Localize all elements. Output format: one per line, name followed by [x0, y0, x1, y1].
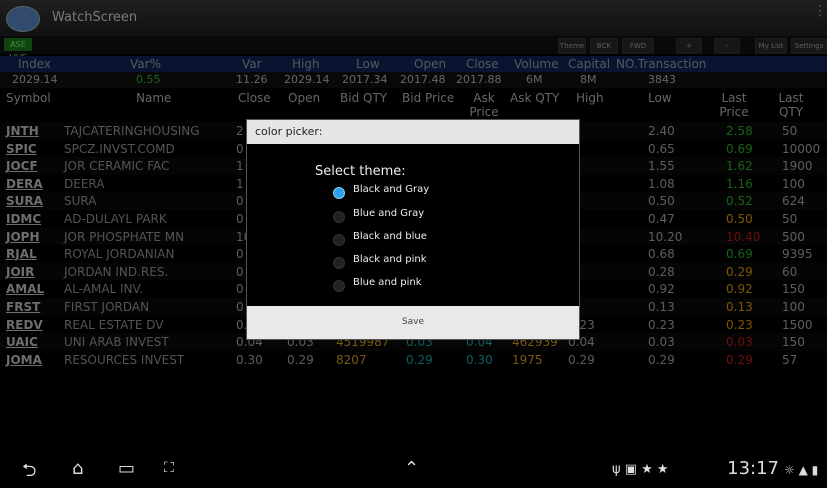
theme-option-blue-pink[interactable]: Blue and pink	[333, 277, 533, 297]
radio-icon[interactable]	[333, 234, 345, 246]
radio-icon[interactable]	[333, 280, 345, 292]
chevron-up-icon[interactable]: ⌃	[404, 458, 419, 479]
radio-icon[interactable]	[333, 257, 345, 269]
theme-option-blue-gray[interactable]: Blue and Gray	[333, 208, 533, 228]
theme-option-black-gray[interactable]: Black and Gray	[333, 184, 533, 204]
color-picker-dialog: color picker: Select theme: Black and Gr…	[246, 119, 580, 340]
theme-option-label: Blue and pink	[353, 277, 422, 288]
dialog-title: color picker:	[247, 120, 579, 144]
signal-battery-icon: ☼ ▲ ▮	[784, 463, 819, 477]
system-nav-bar: ⮌ ⌂ ▭ ⛶ ⌃ ψ ▣ ★ ★ 13:17 ☼ ▲ ▮	[0, 450, 827, 486]
theme-option-black-blue[interactable]: Black and blue	[333, 231, 533, 251]
theme-option-label: Black and blue	[353, 231, 427, 242]
theme-option-label: Black and Gray	[353, 184, 430, 195]
recent-apps-icon[interactable]: ▭	[118, 458, 135, 479]
theme-option-label: Black and pink	[353, 254, 427, 265]
screenshot-icon[interactable]: ⛶	[164, 460, 174, 476]
radio-selected-icon[interactable]	[333, 187, 345, 199]
dialog-heading: Select theme:	[315, 164, 406, 179]
back-icon[interactable]: ⮌	[22, 458, 36, 488]
radio-icon[interactable]	[333, 211, 345, 223]
status-icons: ψ ▣ ★ ★	[612, 462, 669, 477]
status-clock: 13:17	[727, 458, 779, 479]
theme-option-label: Blue and Gray	[353, 208, 425, 219]
theme-option-black-pink[interactable]: Black and pink	[333, 254, 533, 274]
home-icon[interactable]: ⌂	[72, 458, 83, 479]
save-button[interactable]: Save	[247, 306, 579, 339]
